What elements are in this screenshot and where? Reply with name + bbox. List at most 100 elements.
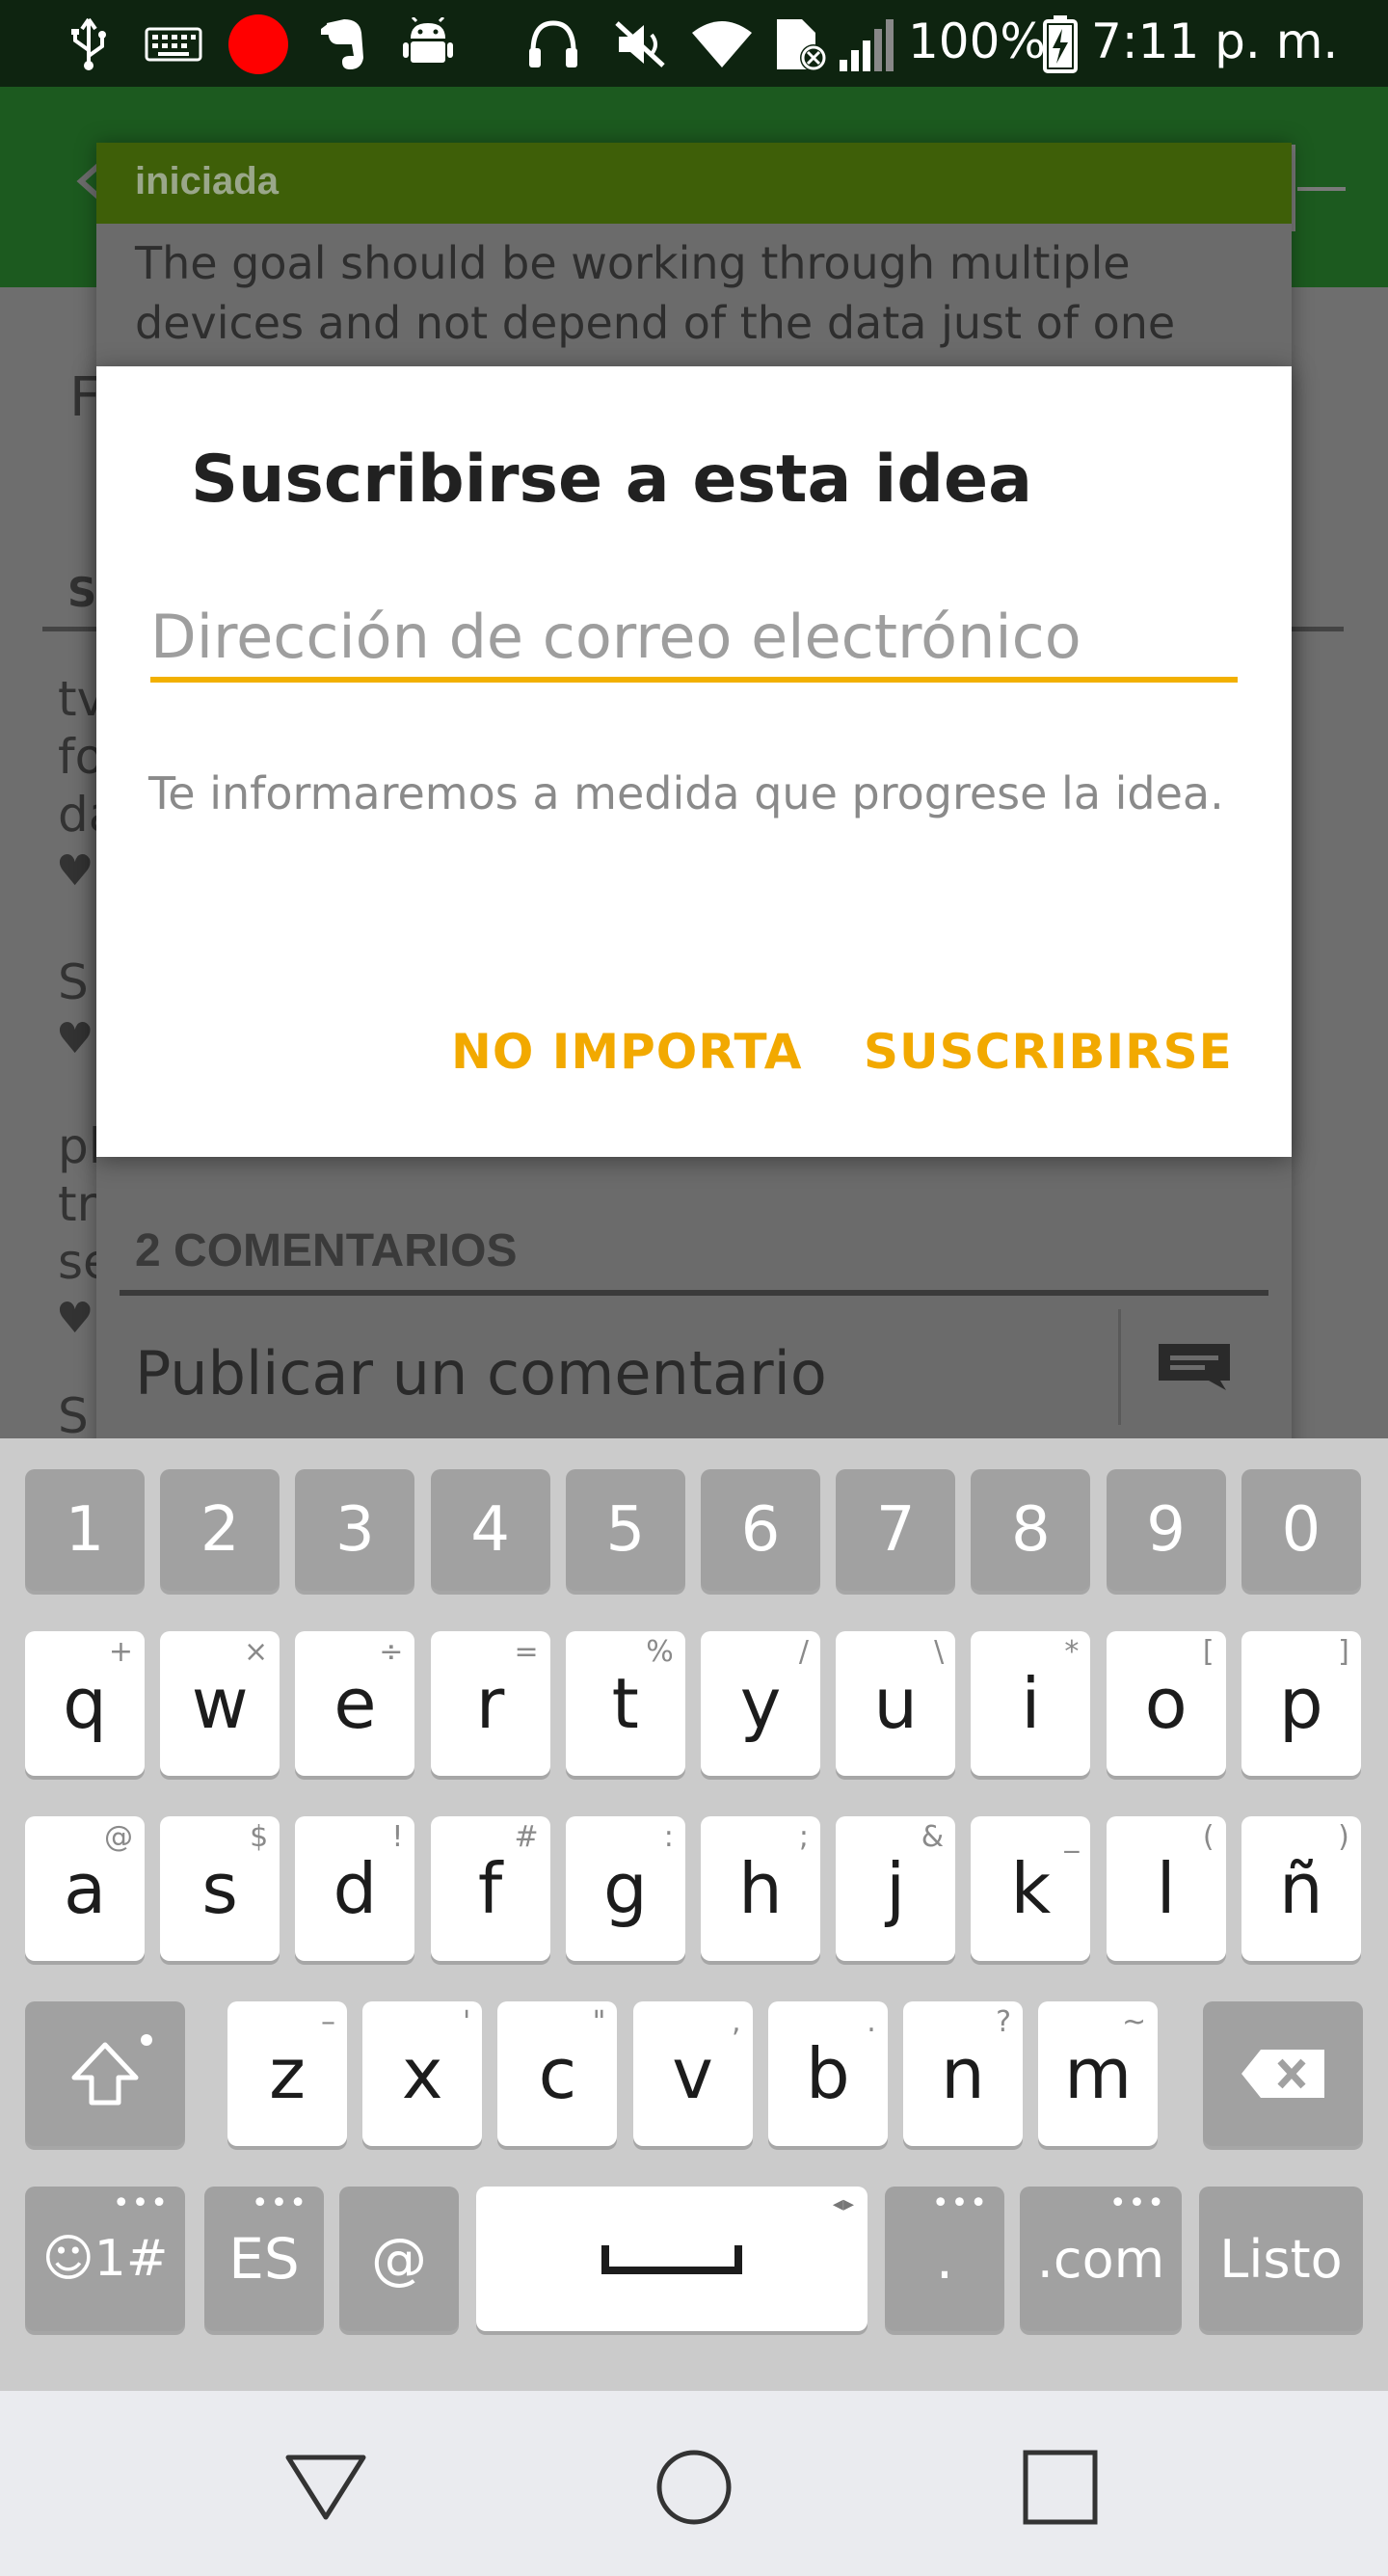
key-d[interactable]: d! xyxy=(295,1816,415,1961)
key-h[interactable]: h; xyxy=(701,1816,820,1961)
key-label: d xyxy=(333,1848,378,1929)
done-key[interactable]: Listo xyxy=(1199,2187,1363,2331)
key-s[interactable]: s $ xyxy=(160,1816,280,1961)
key-alt-label: = xyxy=(514,1635,539,1669)
key-label: o xyxy=(1144,1663,1188,1744)
space-key[interactable]: ◂▸ xyxy=(476,2187,868,2331)
status-header: iniciada xyxy=(96,143,1292,224)
key-alt-label: ) xyxy=(1338,1820,1349,1854)
dialog-helper-text: Te informaremos a medida que progrese la… xyxy=(148,767,1224,819)
key-alt-label: : xyxy=(663,1820,674,1854)
key-k[interactable]: k _ xyxy=(971,1816,1091,1961)
key-l[interactable]: l( xyxy=(1106,1816,1226,1961)
back-triangle-icon[interactable] xyxy=(278,2439,374,2536)
period-key[interactable]: ••• . xyxy=(885,2187,1004,2331)
key-p[interactable]: p] xyxy=(1241,1631,1361,1776)
key-label: x xyxy=(401,2033,443,2114)
android-icon xyxy=(399,17,457,71)
at-key[interactable]: @ xyxy=(339,2187,459,2331)
key-alt-label: $ xyxy=(250,1820,269,1854)
key-c[interactable]: c " xyxy=(497,2001,618,2146)
key-label: i xyxy=(1021,1663,1041,1744)
key-2[interactable]: 2 xyxy=(160,1469,280,1591)
key-x[interactable]: x ' xyxy=(362,2001,483,2146)
navigation-bar xyxy=(0,2391,1388,2576)
cancel-button[interactable]: NO IMPORTA xyxy=(451,1024,802,1080)
subscribe-button[interactable]: SUSCRIBIRSE xyxy=(864,1024,1233,1080)
key-o[interactable]: o[ xyxy=(1106,1631,1226,1776)
backspace-key[interactable] xyxy=(1203,2001,1363,2146)
key-label: h xyxy=(738,1848,783,1929)
key-n[interactable]: n? xyxy=(903,2001,1023,2146)
email-field[interactable] xyxy=(150,596,1238,683)
key-b[interactable]: b. xyxy=(767,2001,888,2146)
key-4[interactable]: 4 xyxy=(430,1469,550,1591)
key-label: 8 xyxy=(1011,1494,1051,1566)
subscribe-dialog: Suscribirse a esta idea Te informaremos … xyxy=(96,366,1292,1157)
key-5[interactable]: 5 xyxy=(565,1469,685,1591)
key-z[interactable]: z – xyxy=(227,2001,347,2146)
symbols-key-label: ☺1# xyxy=(41,2230,169,2288)
more-options-dots: ••• xyxy=(1108,2187,1166,2220)
evernote-icon xyxy=(314,17,372,71)
home-circle-icon[interactable] xyxy=(646,2439,742,2536)
list-item-fragment: S xyxy=(58,1388,89,1438)
key-label: m xyxy=(1064,2033,1133,2114)
key-alt-label: * xyxy=(1064,1635,1080,1669)
key-8[interactable]: 8 xyxy=(971,1469,1091,1591)
key-label: s xyxy=(201,1848,238,1929)
shift-key[interactable] xyxy=(25,2001,185,2146)
key-t[interactable]: t% xyxy=(565,1631,685,1776)
recents-square-icon[interactable] xyxy=(1012,2439,1108,2536)
key-m[interactable]: m ~ xyxy=(1038,2001,1159,2146)
mute-icon xyxy=(611,17,669,71)
comments-divider xyxy=(120,1290,1268,1296)
language-key[interactable]: ••• ES xyxy=(204,2187,324,2331)
symbols-key[interactable]: ••• ☺1# xyxy=(25,2187,185,2331)
key-ñ[interactable]: ñ) xyxy=(1241,1816,1361,1961)
keyboard-icon xyxy=(145,17,202,71)
key-w[interactable]: w × xyxy=(160,1631,280,1776)
key-i[interactable]: i * xyxy=(971,1631,1091,1776)
key-u[interactable]: u \ xyxy=(836,1631,956,1776)
key-7[interactable]: 7 xyxy=(836,1469,956,1591)
key-0[interactable]: 0 xyxy=(1241,1469,1361,1591)
key-g[interactable]: g: xyxy=(565,1816,685,1961)
heart-icon: ♥ xyxy=(56,1014,94,1063)
key-a[interactable]: a @ xyxy=(25,1816,145,1961)
key-alt-label: / xyxy=(798,1635,809,1669)
list-item-fragment: pl xyxy=(58,1118,102,1174)
key-label: 0 xyxy=(1281,1494,1321,1566)
key-6[interactable]: 6 xyxy=(701,1469,820,1591)
clock: 7:11 p. m. xyxy=(1091,13,1339,69)
key-9[interactable]: 9 xyxy=(1106,1469,1226,1591)
key-y[interactable]: y / xyxy=(701,1631,820,1776)
key-alt-label: ÷ xyxy=(379,1635,404,1669)
key-alt-label: ~ xyxy=(1122,2005,1147,2039)
key-q[interactable]: q + xyxy=(25,1631,145,1776)
key-label: ñ xyxy=(1278,1848,1323,1929)
key-r[interactable]: r = xyxy=(430,1631,550,1776)
key-v[interactable]: v, xyxy=(632,2001,753,2146)
key-alt-label: × xyxy=(244,1635,269,1669)
key-f[interactable]: f # xyxy=(430,1816,550,1961)
key-label: 4 xyxy=(470,1494,510,1566)
more-options-dots: ••• xyxy=(251,2187,308,2220)
key-3[interactable]: 3 xyxy=(295,1469,415,1591)
key-alt-label: # xyxy=(514,1820,539,1854)
cursor-arrows-icon: ◂▸ xyxy=(832,2192,854,2216)
list-item-fragment: tr xyxy=(58,1176,97,1232)
key-j[interactable]: j & xyxy=(836,1816,956,1961)
more-options-dots: ••• xyxy=(112,2187,170,2220)
key-e[interactable]: e ÷ xyxy=(295,1631,415,1776)
battery-charging-icon xyxy=(1041,15,1080,73)
language-key-label: ES xyxy=(228,2226,300,2292)
key-1[interactable]: 1 xyxy=(25,1469,145,1591)
key-alt-label: % xyxy=(646,1635,674,1669)
dotcom-key[interactable]: ••• .com xyxy=(1020,2187,1182,2331)
key-alt-label: – xyxy=(321,2005,335,2039)
idea-description: The goal should be working through multi… xyxy=(135,237,1176,349)
key-label: k xyxy=(1010,1848,1052,1929)
status-bar: 100% 7:11 p. m. xyxy=(0,0,1388,87)
heart-icon: ♥ xyxy=(56,846,94,896)
